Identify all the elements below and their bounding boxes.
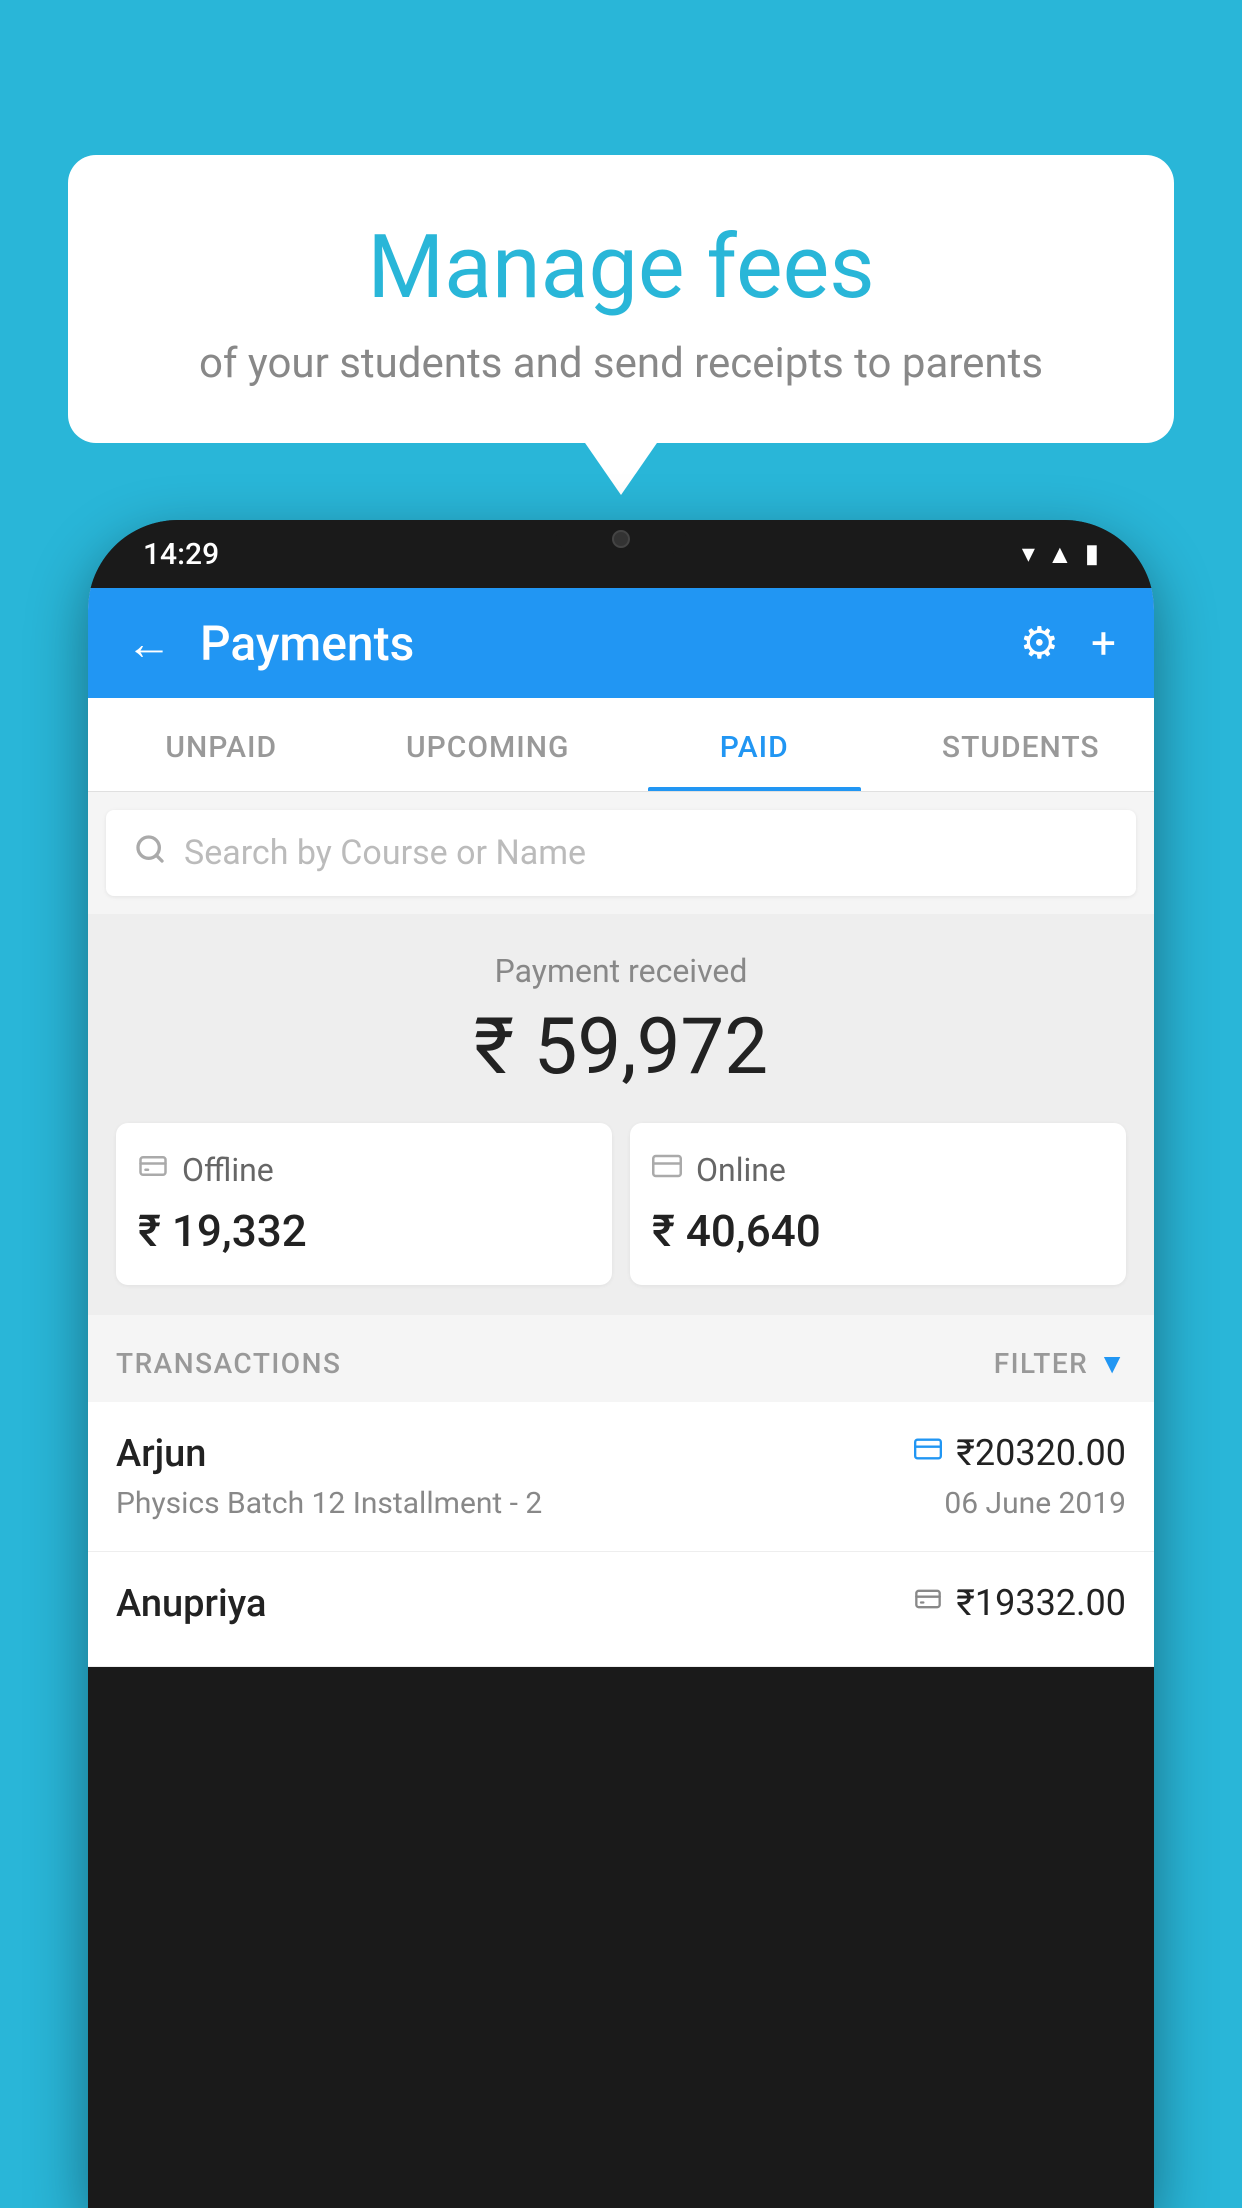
filter-button[interactable]: FILTER ▼ [994, 1347, 1126, 1380]
phone-frame: 14:29 ▾ ▲ ▮ ← Payments ⚙ + UNPAID UPCOM [88, 520, 1154, 2208]
payment-type-icon [914, 1585, 942, 1621]
back-button[interactable]: ← [126, 616, 172, 671]
speech-bubble: Manage fees of your students and send re… [68, 155, 1174, 443]
transaction-name: Anupriya [116, 1582, 266, 1626]
tabs-bar: UNPAID UPCOMING PAID STUDENTS [88, 698, 1154, 792]
bubble-subtitle: of your students and send receipts to pa… [148, 339, 1094, 388]
payment-type-icon [914, 1435, 942, 1471]
transaction-amount: ₹20320.00 [956, 1432, 1126, 1474]
online-card: Online ₹ 40,640 [630, 1123, 1126, 1285]
wifi-icon: ▾ [1022, 539, 1035, 569]
tab-students[interactable]: STUDENTS [888, 698, 1155, 791]
filter-label: FILTER [994, 1347, 1089, 1380]
tab-upcoming[interactable]: UPCOMING [355, 698, 622, 791]
payment-received-section: Payment received ₹ 59,972 Offline [88, 914, 1154, 1315]
payment-total-amount: ₹ 59,972 [116, 1002, 1126, 1093]
status-time: 14:29 [143, 537, 219, 572]
tab-paid[interactable]: PAID [621, 698, 888, 791]
transaction-date: 06 June 2019 [944, 1486, 1126, 1521]
offline-amount: ₹ 19,332 [138, 1205, 307, 1257]
offline-icon [138, 1151, 168, 1189]
battery-icon: ▮ [1085, 539, 1099, 569]
transaction-detail: Physics Batch 12 Installment - 2 [116, 1486, 542, 1521]
transaction-item[interactable]: Arjun ₹20320.00 Physics Batch 12 Install… [88, 1402, 1154, 1552]
search-bar[interactable]: Search by Course or Name [106, 810, 1136, 896]
signal-icon: ▲ [1047, 539, 1073, 570]
transaction-amount: ₹19332.00 [956, 1582, 1126, 1624]
online-icon [652, 1151, 682, 1189]
payment-received-label: Payment received [116, 952, 1126, 990]
transaction-item[interactable]: Anupriya ₹19332.00 [88, 1552, 1154, 1667]
search-icon [134, 832, 166, 874]
camera [612, 530, 630, 548]
offline-card: Offline ₹ 19,332 [116, 1123, 612, 1285]
app-header: ← Payments ⚙ + [88, 588, 1154, 698]
payment-cards: Offline ₹ 19,332 Online [116, 1123, 1126, 1285]
add-icon[interactable]: + [1091, 617, 1116, 669]
app-screen: ← Payments ⚙ + UNPAID UPCOMING PAID STUD… [88, 588, 1154, 1667]
offline-label: Offline [182, 1151, 274, 1189]
tab-unpaid[interactable]: UNPAID [88, 698, 355, 791]
bubble-title: Manage fees [148, 220, 1094, 317]
transactions-header: TRANSACTIONS FILTER ▼ [88, 1315, 1154, 1402]
status-bar: 14:29 ▾ ▲ ▮ [88, 520, 1154, 588]
filter-icon: ▼ [1098, 1347, 1126, 1380]
online-amount: ₹ 40,640 [652, 1205, 821, 1257]
speech-bubble-container: Manage fees of your students and send re… [68, 155, 1174, 443]
header-actions: ⚙ + [1020, 617, 1116, 669]
transaction-list: Arjun ₹20320.00 Physics Batch 12 Install… [88, 1402, 1154, 1667]
transactions-label: TRANSACTIONS [116, 1347, 341, 1380]
transaction-name: Arjun [116, 1432, 206, 1476]
status-icons: ▾ ▲ ▮ [1022, 539, 1099, 570]
online-label: Online [696, 1151, 786, 1189]
settings-icon[interactable]: ⚙ [1020, 617, 1059, 669]
phone-notch [556, 520, 686, 558]
search-placeholder: Search by Course or Name [184, 833, 586, 873]
page-title: Payments [200, 615, 992, 672]
